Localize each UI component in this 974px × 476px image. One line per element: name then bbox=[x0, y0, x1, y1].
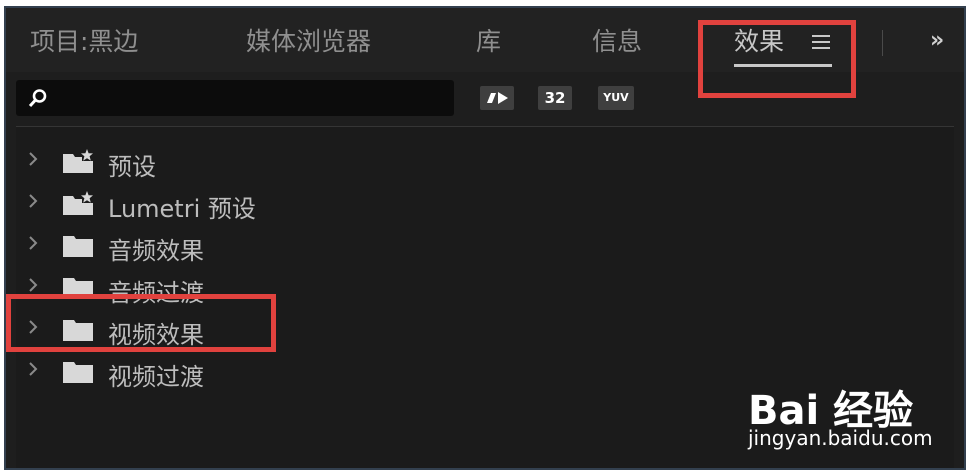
search-input[interactable] bbox=[56, 85, 450, 111]
chevron-right-icon[interactable] bbox=[28, 192, 38, 210]
tab-media-browser[interactable]: 媒体浏览器 bbox=[246, 22, 371, 58]
effects-tab-highlight bbox=[698, 20, 856, 98]
chevron-right-icon[interactable] bbox=[28, 150, 38, 168]
32-bit-color-icon: 32 bbox=[544, 89, 566, 107]
search-box[interactable] bbox=[16, 80, 454, 116]
preset-folder-icon bbox=[63, 149, 93, 173]
tree-item-lumetri-presets[interactable]: Lumetri 预设 bbox=[16, 183, 954, 223]
tab-divider bbox=[882, 30, 883, 56]
watermark-url: jingyan.baidu.com bbox=[748, 426, 933, 450]
tree-item-label: 视频过渡 bbox=[108, 363, 204, 391]
tab-libraries[interactable]: 库 bbox=[476, 22, 501, 58]
preset-folder-icon bbox=[63, 191, 93, 215]
tab-project[interactable]: 项目:黑边 bbox=[30, 22, 138, 58]
baidu-jingyan-watermark: Bai 经验 jingyan.baidu.com bbox=[748, 378, 948, 458]
yuv-effects-button[interactable]: YUV bbox=[598, 86, 634, 110]
chevron-right-icon[interactable] bbox=[28, 360, 38, 378]
tree-item-audio-effects[interactable]: 音频效果 bbox=[16, 225, 954, 265]
tree-item-presets[interactable]: 预设 bbox=[16, 141, 954, 181]
yuv-effects-icon: YUV bbox=[603, 91, 629, 104]
tree-item-label: 音频效果 bbox=[108, 237, 204, 265]
tab-info[interactable]: 信息 bbox=[592, 22, 642, 58]
video-effects-highlight bbox=[6, 294, 276, 352]
chevron-right-icon[interactable] bbox=[28, 276, 38, 294]
32-bit-color-button[interactable]: 32 bbox=[538, 86, 572, 110]
folder-icon bbox=[63, 362, 93, 383]
accelerated-effects-icon bbox=[487, 92, 508, 104]
tree-item-label: Lumetri 预设 bbox=[108, 195, 256, 223]
tree-item-label: 预设 bbox=[108, 153, 156, 181]
folder-icon bbox=[63, 236, 93, 257]
chevron-right-icon[interactable] bbox=[28, 234, 38, 252]
search-icon bbox=[28, 89, 47, 108]
more-tabs-button[interactable]: » bbox=[930, 28, 944, 53]
accelerated-effects-button[interactable] bbox=[480, 86, 514, 110]
